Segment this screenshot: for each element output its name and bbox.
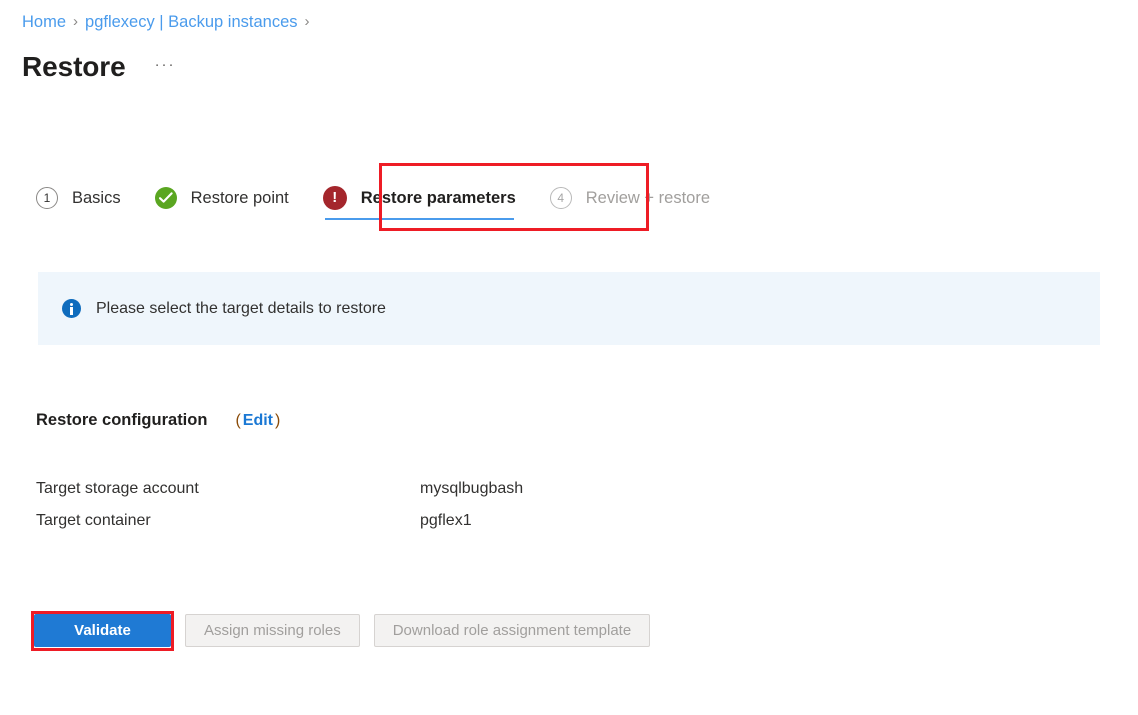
- wizard-step-basics[interactable]: 1 Basics: [36, 170, 121, 226]
- step-number-badge: 4: [549, 187, 572, 209]
- detail-label: Target storage account: [36, 480, 199, 497]
- edit-restore-configuration-link[interactable]: Edit: [243, 412, 273, 429]
- wizard-step-label: Review + restore: [585, 188, 711, 207]
- action-button-row: Validate Assign missing roles Download r…: [34, 614, 651, 647]
- info-banner: Please select the target details to rest…: [38, 272, 1100, 345]
- wizard-step-restore-point[interactable]: Restore point: [154, 170, 289, 226]
- step-number-badge: 1: [36, 187, 58, 209]
- info-banner-message: Please select the target details to rest…: [96, 299, 386, 317]
- assign-missing-roles-button: Assign missing roles: [185, 614, 360, 647]
- wizard-step-label: Restore parameters: [360, 188, 516, 207]
- detail-value: pgflex1: [420, 512, 472, 529]
- section-title: Restore configuration: [36, 411, 208, 429]
- error-circle-icon: !: [322, 186, 347, 210]
- edit-open-paren: (: [235, 412, 241, 429]
- breadcrumb-item-home[interactable]: Home: [22, 12, 66, 32]
- edit-link-wrapper: (Edit): [235, 412, 280, 430]
- download-role-assignment-template-button: Download role assignment template: [373, 614, 651, 647]
- wizard-step-restore-parameters[interactable]: ! Restore parameters: [322, 170, 516, 226]
- restore-configuration-details: Target storage account mysqlbugbash Targ…: [36, 480, 736, 544]
- restore-configuration-header: Restore configuration (Edit): [36, 411, 280, 430]
- exclamation-glyph: !: [332, 189, 338, 206]
- breadcrumb: Home › pgflexecy | Backup instances ›: [22, 12, 317, 32]
- detail-row: Target storage account mysqlbugbash: [36, 480, 736, 512]
- detail-value: mysqlbugbash: [420, 480, 524, 497]
- wizard-step-label: Basics: [72, 188, 121, 207]
- detail-label: Target container: [36, 512, 151, 529]
- check-circle-icon: [154, 187, 177, 209]
- detail-row: Target container pgflex1: [36, 512, 736, 544]
- breadcrumb-item-backup-instances[interactable]: pgflexecy | Backup instances: [85, 12, 298, 32]
- active-tab-underline: [324, 218, 514, 220]
- validate-button[interactable]: Validate: [34, 614, 171, 647]
- info-icon: [62, 299, 81, 318]
- wizard-step-label: Restore point: [190, 188, 289, 207]
- wizard-step-list: 1 Basics Restore point ! Restore paramet…: [36, 170, 710, 226]
- breadcrumb-separator-icon: ›: [73, 13, 79, 30]
- page-header: Restore ···: [22, 50, 179, 84]
- edit-close-paren: ): [274, 412, 281, 429]
- page-title: Restore: [22, 51, 126, 82]
- wizard-step-review-restore: 4 Review + restore: [549, 170, 711, 226]
- breadcrumb-separator-icon-2: ›: [304, 13, 310, 30]
- more-options-icon[interactable]: ···: [152, 57, 179, 78]
